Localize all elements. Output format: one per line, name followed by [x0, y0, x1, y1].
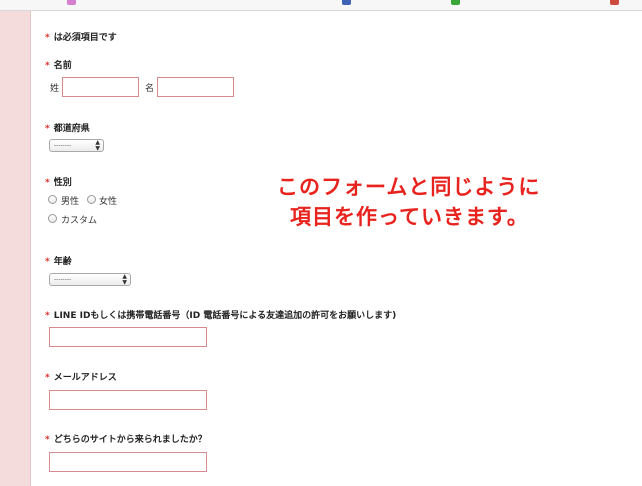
age-select[interactable]: -------- ▲ ▼ [49, 273, 131, 286]
first-name-input[interactable] [157, 77, 234, 97]
gender-radio-female[interactable] [87, 195, 96, 204]
prefecture-selected-value: -------- [54, 142, 72, 149]
required-mark: * [45, 178, 50, 188]
required-mark: * [45, 373, 50, 383]
required-mark: * [45, 33, 50, 43]
gender-label: * 性別 [45, 178, 72, 188]
annotation-line-2: 項目を作っていきます。 [290, 205, 529, 229]
gender-option-male: 男性 [61, 197, 80, 207]
prefecture-label: * 都道府県 [45, 124, 90, 134]
required-note: * は必須項目です [45, 33, 117, 43]
gender-radio-male[interactable] [48, 195, 57, 204]
required-mark: * [45, 311, 50, 321]
first-name-label: 名 [145, 84, 155, 94]
required-mark: * [45, 124, 50, 134]
gender-radio-custom[interactable] [48, 214, 57, 223]
line-id-input[interactable] [49, 327, 207, 347]
gender-option-female: 女性 [99, 197, 118, 207]
email-label: * メールアドレス [45, 373, 117, 383]
annotation-line-1: このフォームと同じように [277, 175, 541, 199]
source-label: * どちらのサイトから来られましたか？ [45, 435, 207, 445]
required-mark: * [45, 61, 50, 71]
email-input[interactable] [49, 390, 207, 410]
last-name-input[interactable] [62, 77, 139, 97]
name-label: * 名前 [45, 61, 72, 71]
age-selected-value: -------- [54, 276, 72, 283]
required-mark: * [45, 435, 50, 445]
select-arrows-icon: ▲ ▼ [122, 273, 127, 286]
registration-form: * は必須項目です * 名前 姓 名 * 都道府県 -------- ▲ ▼ * 性別 男… [0, 0, 642, 486]
required-mark: * [45, 257, 50, 267]
last-name-label: 姓 [50, 84, 60, 94]
gender-option-custom: カスタム [61, 216, 98, 226]
age-label: * 年齢 [45, 257, 72, 267]
select-arrows-icon: ▲ ▼ [95, 139, 100, 152]
source-input[interactable] [49, 452, 207, 472]
line-id-label: * LINE IDもしくは携帯電話番号（ID 電話番号による友達追加の許可をお願い… [45, 311, 397, 321]
prefecture-select[interactable]: -------- ▲ ▼ [49, 139, 104, 152]
